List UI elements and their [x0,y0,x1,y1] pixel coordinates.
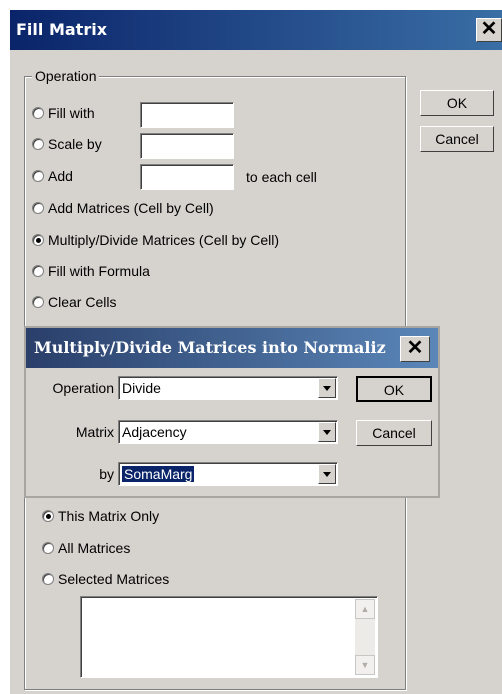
sub-cancel-button[interactable]: Cancel [356,420,432,446]
by-select[interactable]: SomaMarg [118,462,338,486]
operation-select-value: Divide [122,380,161,396]
multiply-divide-dialog: Multiply/Divide Matrices into Normaliz ✕… [24,326,440,498]
fill-with-input[interactable] [140,102,234,128]
operation-select[interactable]: Divide [118,376,338,400]
cancel-button[interactable]: Cancel [420,126,494,152]
option-multiply-divide-label: Multiply/Divide Matrices (Cell by Cell) [48,232,280,248]
radio-fill-with-formula[interactable] [32,265,44,277]
sub-dialog-title-bar: Multiply/Divide Matrices into Normaliz ✕ [26,328,438,368]
radio-multiply-divide[interactable] [32,234,44,246]
scope-selected-matrices-label: Selected Matrices [58,571,170,587]
option-fill-formula-label: Fill with Formula [48,263,150,279]
radio-selected-matrices[interactable] [42,573,54,585]
scroll-up-icon[interactable]: ▲ [355,599,375,619]
chevron-down-icon[interactable] [318,464,336,484]
sub-dialog-title: Multiply/Divide Matrices into Normaliz [34,338,386,357]
matrix-select[interactable]: Adjacency [118,420,338,444]
radio-add-matrices[interactable] [32,202,44,214]
option-add-label: Add [48,168,73,184]
operation-field-label: Operation [52,380,114,396]
radio-all-matrices[interactable] [42,542,54,554]
by-select-value: SomaMarg [122,466,195,482]
matrix-listbox[interactable]: ▲ ▼ [80,596,378,678]
chevron-down-icon[interactable] [318,378,336,398]
sub-dialog-close-button[interactable]: ✕ [400,336,430,362]
scope-this-matrix-label: This Matrix Only [58,508,160,524]
option-clear-cells-label: Clear Cells [48,294,117,310]
scale-by-input[interactable] [140,133,234,159]
listbox-scrollbar[interactable]: ▲ ▼ [355,599,375,675]
title-bar: Fill Matrix ✕ [10,10,502,50]
radio-this-matrix-only[interactable] [42,510,54,522]
radio-add[interactable] [32,170,44,182]
ok-button[interactable]: OK [420,90,494,116]
add-suffix-label: to each cell [246,169,317,185]
option-fill-with-label: Fill with [48,105,95,121]
add-input[interactable] [140,164,234,190]
radio-clear-cells[interactable] [32,296,44,308]
operation-group-label: Operation [32,68,100,84]
sub-ok-button[interactable]: OK [356,376,432,402]
radio-fill-with[interactable] [32,107,44,119]
close-button[interactable]: ✕ [476,18,502,42]
window-title: Fill Matrix [16,20,108,39]
scroll-down-icon[interactable]: ▼ [355,655,375,675]
matrix-field-label: Matrix [75,424,114,440]
chevron-down-icon[interactable] [318,422,336,442]
scope-all-matrices-label: All Matrices [58,540,131,556]
matrix-select-value: Adjacency [122,424,187,440]
option-add-matrices-label: Add Matrices (Cell by Cell) [48,200,214,216]
radio-scale-by[interactable] [32,138,44,150]
option-scale-by-label: Scale by [48,136,102,152]
by-field-label: by [99,466,114,482]
